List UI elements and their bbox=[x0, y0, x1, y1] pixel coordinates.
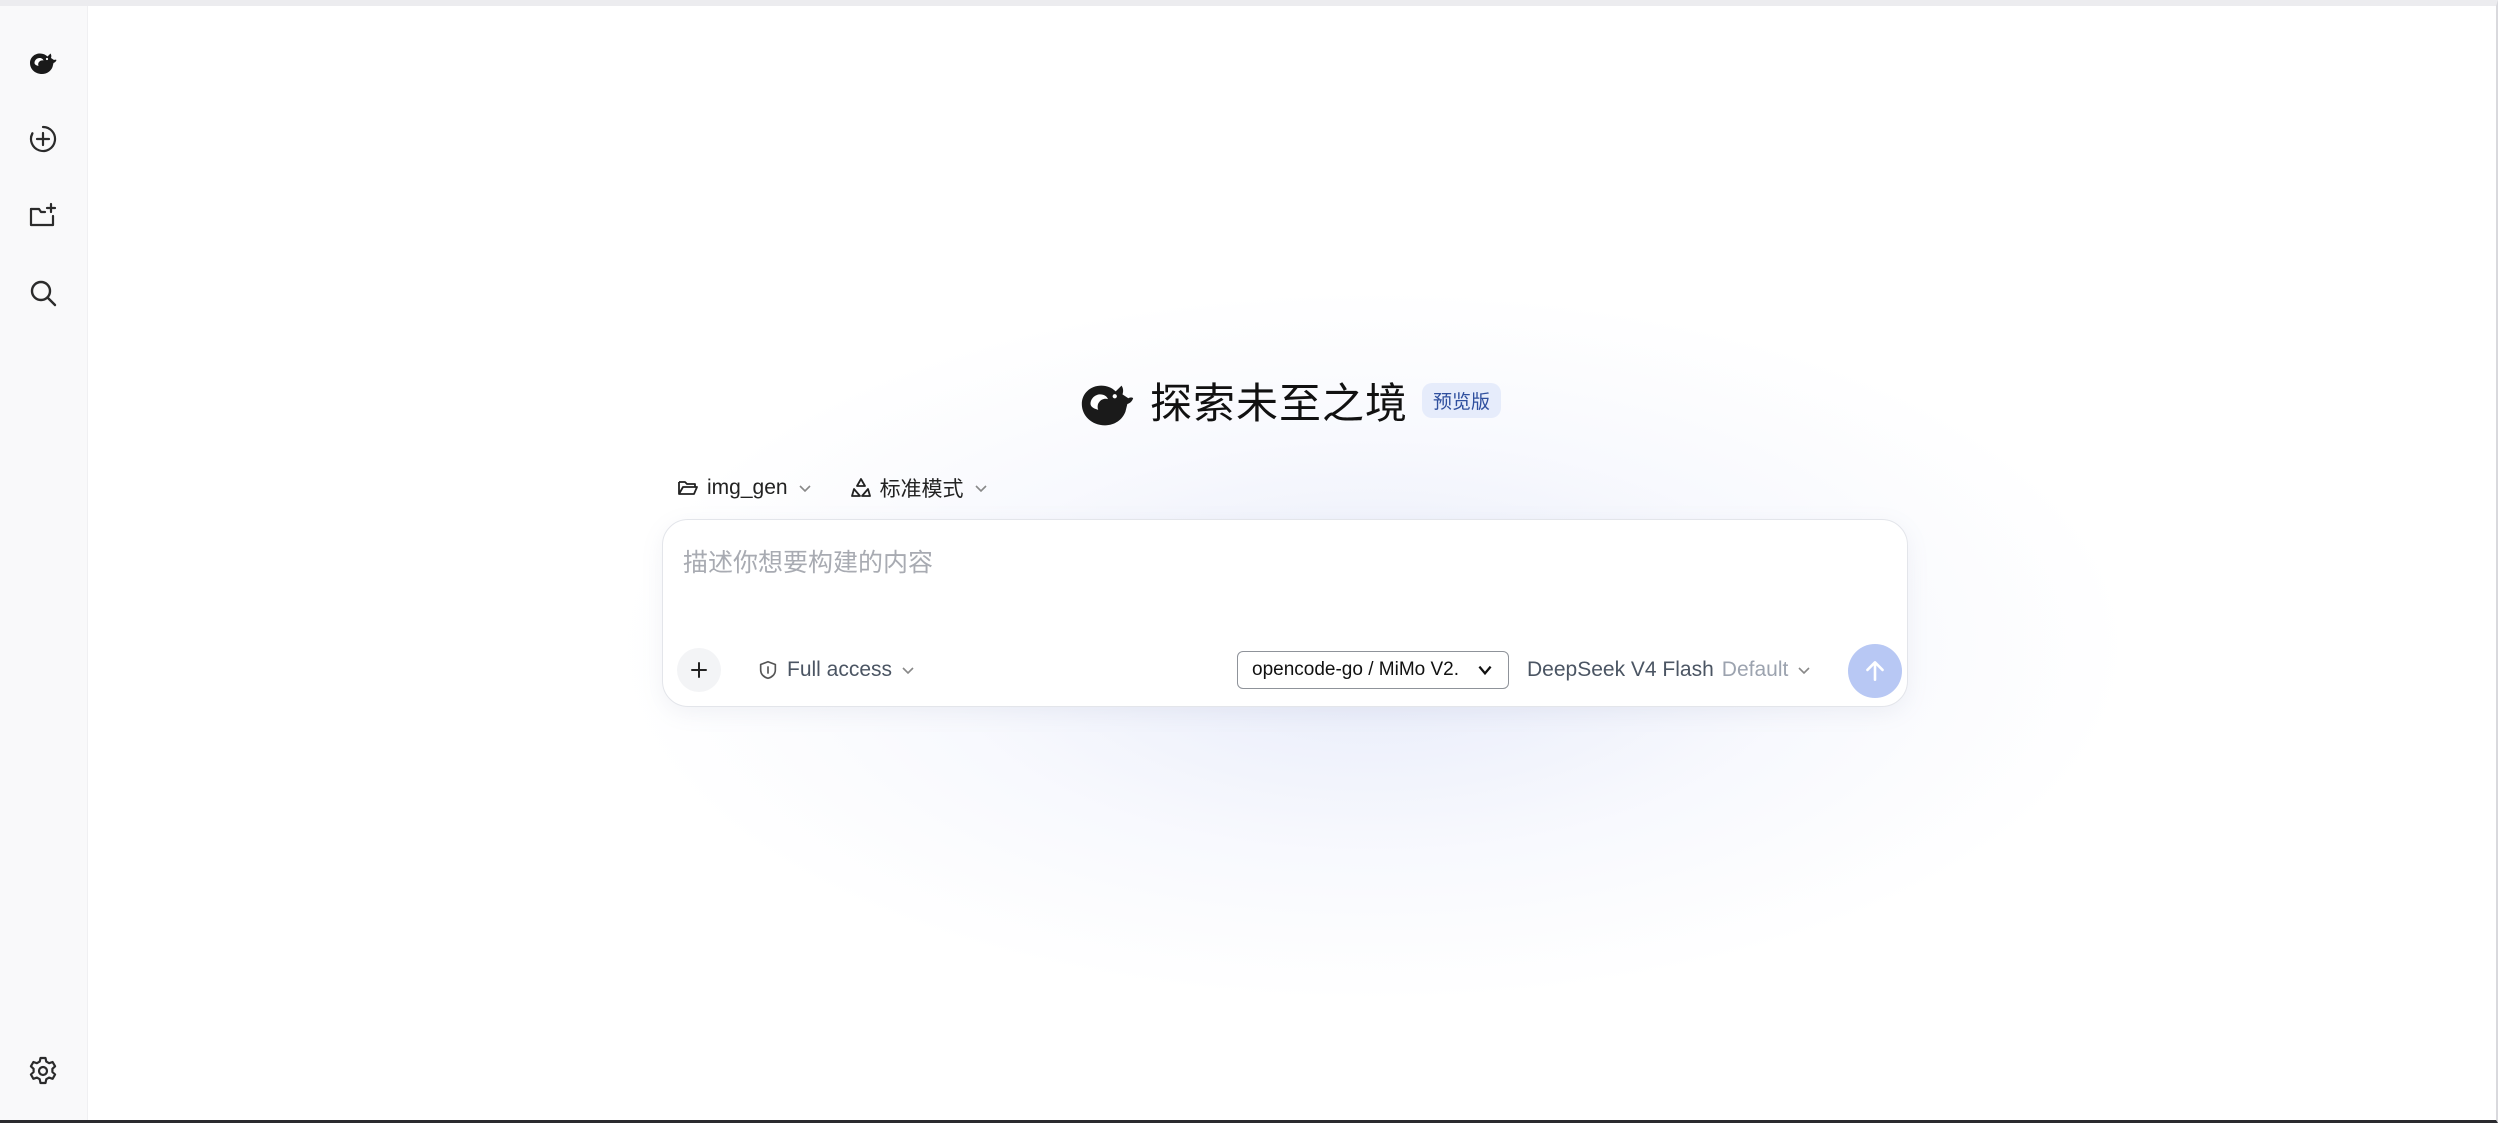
chevron-down-icon bbox=[1798, 667, 1810, 675]
send-button[interactable] bbox=[1848, 644, 1902, 698]
prompt-input[interactable] bbox=[683, 538, 1883, 588]
chevron-down-icon bbox=[1478, 665, 1492, 676]
hero-header: 探索未至之境 预览版 bbox=[1076, 369, 1502, 439]
chevron-down-icon bbox=[798, 485, 811, 493]
chevron-down-icon bbox=[902, 667, 914, 675]
search-icon bbox=[30, 280, 57, 307]
provider-select-value: opencode-go / MiMo V2. bbox=[1252, 659, 1460, 680]
context-selectors: img_gen 标准模式 bbox=[676, 466, 989, 510]
folder-selector-label: img_gen bbox=[707, 476, 788, 499]
plus-icon bbox=[691, 662, 707, 678]
mode-selector[interactable]: 标准模式 bbox=[849, 466, 989, 510]
folder-selector[interactable]: img_gen bbox=[676, 466, 813, 510]
mode-cycle-icon bbox=[850, 478, 871, 497]
gear-icon bbox=[29, 1056, 57, 1085]
access-selector-label: Full access bbox=[787, 658, 893, 681]
arrow-up-icon bbox=[1866, 661, 1884, 681]
chevron-down-icon bbox=[974, 485, 987, 493]
mode-selector-label: 标准模式 bbox=[879, 478, 964, 501]
attach-button[interactable] bbox=[677, 648, 721, 692]
shield-icon bbox=[759, 660, 777, 680]
model-default-tag: Default bbox=[1721, 658, 1789, 681]
main-area: 探索未至之境 预览版 img_gen 标准模式 Full acc bbox=[88, 6, 2496, 1120]
settings-button[interactable] bbox=[20, 1048, 66, 1094]
folder-open-icon bbox=[678, 481, 698, 495]
plus-circle-icon bbox=[29, 125, 57, 153]
composer-box: Full access opencode-go / MiMo V2. DeepS… bbox=[662, 519, 1908, 707]
deepseek-whale-icon bbox=[30, 53, 57, 74]
model-name: DeepSeek V4 Flash bbox=[1527, 658, 1714, 681]
search-button[interactable] bbox=[20, 270, 66, 316]
preview-badge: 预览版 bbox=[1422, 382, 1502, 418]
provider-select[interactable]: opencode-go / MiMo V2. bbox=[1237, 651, 1509, 689]
access-selector[interactable]: Full access bbox=[757, 648, 916, 692]
new-chat-button[interactable] bbox=[20, 116, 66, 162]
page-title: 探索未至之境 bbox=[1150, 380, 1409, 427]
folder-plus-icon bbox=[29, 202, 57, 227]
sidebar-logo[interactable] bbox=[20, 40, 66, 86]
deepseek-whale-icon bbox=[1081, 385, 1134, 426]
model-selector[interactable]: DeepSeek V4 Flash Default bbox=[1527, 648, 1812, 692]
new-project-button[interactable] bbox=[20, 193, 66, 239]
sidebar bbox=[0, 6, 88, 1120]
